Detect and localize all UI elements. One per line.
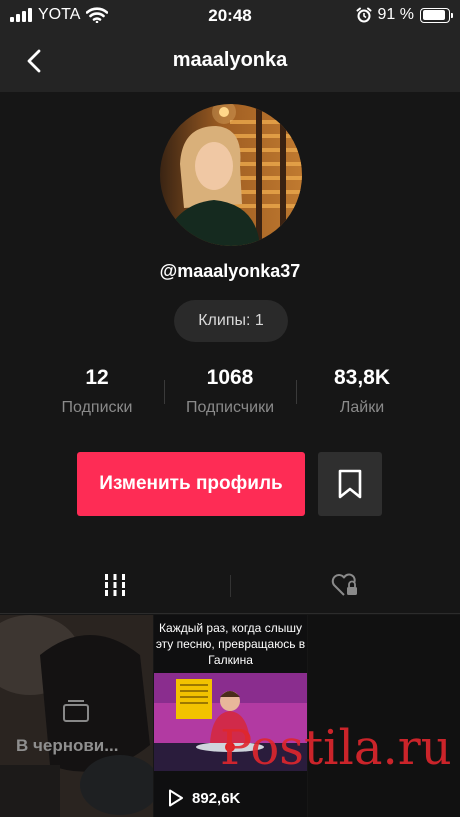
- bookmark-icon: [338, 469, 362, 499]
- battery-icon: [420, 7, 453, 23]
- liked-private-icon: [331, 573, 357, 596]
- content-tabs: [0, 556, 460, 614]
- view-count: 892,6K: [168, 789, 240, 807]
- stat-label: Подписчики: [185, 399, 274, 416]
- alarm-icon: [356, 7, 372, 23]
- stat-value: 1068: [206, 366, 254, 389]
- empty-grid-cell: [308, 615, 460, 817]
- draft-label: В чернови...: [16, 736, 119, 755]
- video-caption: Каждый раз, когда слышу эту песню, превр…: [155, 621, 306, 667]
- battery-percent: 91 %: [377, 6, 414, 23]
- stat-value: 83,8K: [333, 366, 391, 389]
- play-icon: [169, 789, 183, 807]
- favorites-button[interactable]: [318, 452, 382, 516]
- edit-profile-button[interactable]: Изменить профиль: [77, 452, 305, 516]
- watermark: Postila.ru: [220, 720, 452, 776]
- tab-videos[interactable]: [0, 556, 230, 614]
- draft-icon: [63, 700, 89, 722]
- clips-count-button[interactable]: Клипы: 1: [174, 300, 288, 342]
- username-handle: @maaalyonka37: [159, 261, 301, 281]
- draft-tile[interactable]: В чернови...: [0, 615, 153, 817]
- nav-bar: maaalyonka: [0, 32, 460, 92]
- battery-group: 91 %: [356, 6, 453, 24]
- stat-label: Подписки: [61, 399, 133, 416]
- page-title: maaalyonka: [172, 49, 288, 71]
- video-tile[interactable]: Каждый раз, когда слышу эту песню, превр…: [154, 615, 307, 817]
- avatar[interactable]: [160, 104, 302, 246]
- stat-likes[interactable]: 83,8K Лайки: [292, 366, 432, 417]
- stat-label: Лайки: [339, 399, 385, 416]
- battery-fill: [422, 10, 446, 20]
- stat-value: 12: [85, 366, 109, 389]
- view-count-text: 892,6K: [192, 789, 241, 807]
- tab-liked-private[interactable]: [230, 556, 460, 614]
- stat-followers[interactable]: 1068 Подписчики: [160, 366, 300, 417]
- stat-following[interactable]: 12 Подписки: [27, 366, 167, 417]
- grid-icon: [103, 574, 127, 596]
- status-bar: YOTA 20:48 91 %: [0, 0, 460, 32]
